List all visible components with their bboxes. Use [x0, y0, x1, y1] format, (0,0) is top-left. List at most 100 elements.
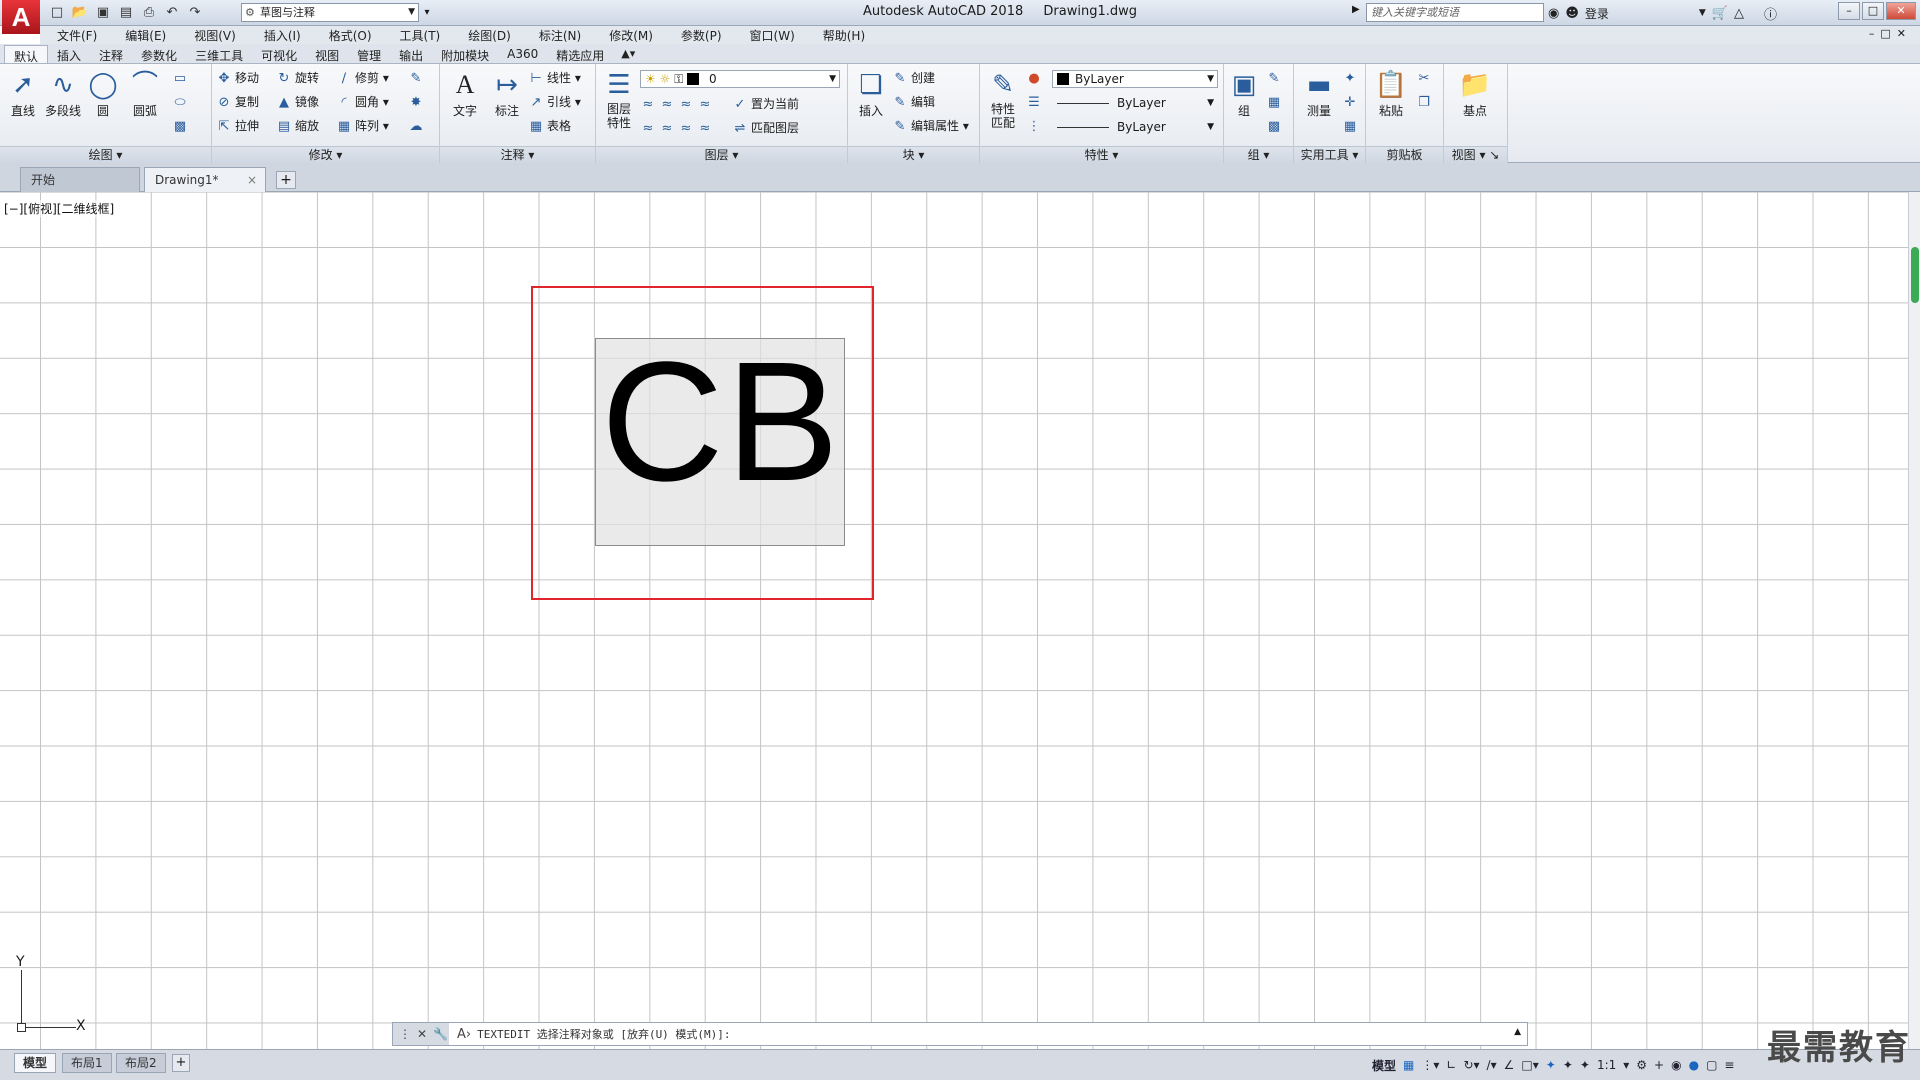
application-menu-button[interactable]: A — [2, 0, 40, 34]
tab-parametric[interactable]: 参数化 — [132, 45, 186, 63]
panel-block-title[interactable]: 块 ▾ — [848, 146, 979, 163]
copy-clip-button[interactable]: ❐ — [1416, 92, 1435, 112]
menu-edit[interactable]: 编辑(E) — [108, 27, 177, 44]
tab-model[interactable]: 模型 — [14, 1053, 57, 1073]
grid-icon[interactable]: ▦ — [1403, 1058, 1414, 1072]
menu-modify[interactable]: 修改(M) — [592, 27, 664, 44]
annotation-scale-value[interactable]: 1:1 — [1597, 1058, 1616, 1072]
table-button[interactable]: ▦ 表格 — [528, 116, 571, 136]
tab-insert[interactable]: 插入 — [48, 45, 90, 63]
layer-tools-row2[interactable]: ≈ ≈ ≈ ≈ — [640, 118, 716, 138]
panel-utilities-title[interactable]: 实用工具 ▾ — [1294, 146, 1365, 163]
osnap-icon[interactable]: ∠ — [1504, 1058, 1515, 1072]
mirror-button[interactable]: ▲ 镜像 — [276, 92, 319, 112]
ribbon-minimize-icon[interactable]: ▲▾ — [613, 45, 643, 63]
command-line[interactable]: ⋮ ✕ 🔧 A› TEXTEDIT 选择注释对象或 [放弃(U) 模式(M)]:… — [392, 1022, 1528, 1046]
panel-properties-title[interactable]: 特性 ▾ — [980, 146, 1223, 163]
tab-visualize[interactable]: 可视化 — [252, 45, 306, 63]
layer-dropdown[interactable]: ☀ ☼ ⚿ 0 ▼ — [640, 70, 840, 88]
fillet-button[interactable]: ◜ 圆角 ▾ — [336, 92, 388, 112]
panel-layers-title[interactable]: 图层 ▾ — [596, 146, 847, 163]
menu-window[interactable]: 窗口(W) — [733, 27, 806, 44]
menu-draw[interactable]: 绘图(D) — [451, 27, 522, 44]
hatch-button[interactable]: ▩ — [172, 116, 191, 136]
calculator-button[interactable]: ▦ — [1342, 116, 1361, 136]
user-icon[interactable]: ☻ — [1565, 6, 1579, 21]
chevron-down-icon[interactable]: ▼ — [1699, 8, 1706, 18]
auto-scale-icon[interactable]: ✦ — [1563, 1058, 1573, 1072]
search-input[interactable] — [1366, 3, 1544, 22]
wrench-icon[interactable]: 🔧 — [433, 1027, 448, 1041]
maximize-button[interactable]: □ — [1862, 2, 1884, 20]
object-track-icon[interactable]: □▾ — [1521, 1058, 1538, 1072]
offset-button[interactable]: ☁ — [408, 116, 427, 136]
quick-select-button[interactable]: ✦ — [1342, 68, 1361, 88]
open-icon[interactable]: 📂 — [71, 4, 89, 22]
base-button[interactable]: 📁 基点 — [1452, 68, 1498, 119]
snap-icon[interactable]: ⋮▾ — [1421, 1058, 1439, 1072]
annotation-scale-icon[interactable]: ✦ — [1580, 1058, 1590, 1072]
layer-properties-button[interactable]: ☰ 图层特性 — [596, 68, 642, 130]
scrollbar-thumb[interactable] — [1911, 247, 1919, 303]
plus-icon[interactable]: + — [1654, 1058, 1664, 1072]
paste-button[interactable]: 📋 粘贴 — [1368, 68, 1414, 119]
point-button[interactable]: ✛ — [1342, 92, 1361, 112]
dimension-button[interactable]: ↦ 标注 — [484, 68, 530, 119]
ortho-icon[interactable]: ∟ — [1446, 1058, 1456, 1072]
group-edit-button[interactable]: ▦ — [1266, 92, 1285, 112]
layer-tools-row1[interactable]: ≈ ≈ ≈ ≈ — [640, 94, 716, 114]
new-layout-button[interactable]: + — [172, 1054, 190, 1072]
rectangle-button[interactable]: ▭ — [172, 68, 191, 88]
menu-dimension[interactable]: 标注(N) — [522, 27, 592, 44]
undo-icon[interactable]: ↶ — [163, 4, 181, 22]
panel-view-title[interactable]: 视图 ▾ ↘ — [1444, 146, 1507, 163]
tab-start[interactable]: 开始 — [20, 167, 140, 192]
trim-button[interactable]: ∕ 修剪 ▾ — [336, 68, 389, 88]
drawing-area[interactable]: [−][俯视][二维线框] CB Y X — [0, 192, 1908, 1049]
command-prompt-icon[interactable]: A› — [457, 1027, 471, 1042]
menu-format[interactable]: 格式(O) — [312, 27, 383, 44]
tab-output[interactable]: 输出 — [390, 45, 432, 63]
erase-button[interactable]: ✎ — [408, 68, 427, 88]
saveas-icon[interactable]: ▤ — [117, 4, 135, 22]
workspace-selector[interactable]: ⚙ 草图与注释 ▼ — [241, 3, 419, 22]
menu-insert[interactable]: 插入(I) — [247, 27, 312, 44]
tab-manage[interactable]: 管理 — [348, 45, 390, 63]
menu-help[interactable]: 帮助(H) — [806, 27, 876, 44]
chevron-down-icon[interactable]: ▾ — [1623, 1058, 1629, 1072]
match-properties-button[interactable]: ✎ 特性匹配 — [980, 68, 1026, 130]
group-select-button[interactable]: ▩ — [1266, 116, 1285, 136]
lineweight-dropdown[interactable]: ByLayer ▼ — [1052, 118, 1218, 136]
scale-button[interactable]: ▤ 缩放 — [276, 116, 319, 136]
set-current-button[interactable]: ✓ 置为当前 — [732, 94, 799, 114]
model-space-button[interactable]: 模型 — [1372, 1057, 1396, 1074]
viewport-controls[interactable]: [−][俯视][二维线框] — [4, 200, 115, 217]
rotate-button[interactable]: ↻ 旋转 — [276, 68, 319, 88]
vertical-scrollbar[interactable] — [1908, 192, 1920, 1049]
mtext-object[interactable]: CB — [595, 327, 845, 546]
doc-window-controls[interactable]: –□✕ — [1869, 27, 1912, 40]
polar-icon[interactable]: ↻▾ — [1463, 1058, 1479, 1072]
customization-menu-icon[interactable]: ≡ — [1724, 1058, 1734, 1072]
tab-layout1[interactable]: 布局1 — [62, 1053, 112, 1073]
menu-parametric[interactable]: 参数(P) — [664, 27, 733, 44]
linear-button[interactable]: ⊢ 线性 ▾ — [528, 68, 581, 88]
tab-addins[interactable]: 附加模块 — [432, 45, 498, 63]
command-history-icon[interactable]: ▲ — [1514, 1027, 1521, 1037]
explode-button[interactable]: ✸ — [408, 92, 427, 112]
tab-3d-tools[interactable]: 三维工具 — [186, 45, 252, 63]
menu-file[interactable]: 文件(F) — [40, 27, 108, 44]
linetype-dropdown[interactable]: ByLayer ▼ — [1052, 94, 1218, 112]
close-icon[interactable]: ✕ — [417, 1027, 427, 1041]
array-button[interactable]: ▦ 阵列 ▾ — [336, 116, 389, 136]
tab-layout2[interactable]: 布局2 — [116, 1053, 166, 1073]
measure-button[interactable]: ▬ 测量 — [1296, 68, 1342, 119]
isolate-objects-icon[interactable]: ◉ — [1671, 1058, 1681, 1072]
grip-icon[interactable]: ⋮ — [399, 1027, 411, 1041]
insert-block-button[interactable]: ❏ 插入 — [848, 68, 894, 119]
save-icon[interactable]: ▣ — [94, 4, 112, 22]
annotation-visibility-icon[interactable]: ✦ — [1546, 1058, 1556, 1072]
tab-view[interactable]: 视图 — [306, 45, 348, 63]
panel-annotation-title[interactable]: 注释 ▾ — [440, 146, 595, 163]
isodraft-icon[interactable]: ∕▾ — [1487, 1058, 1497, 1072]
